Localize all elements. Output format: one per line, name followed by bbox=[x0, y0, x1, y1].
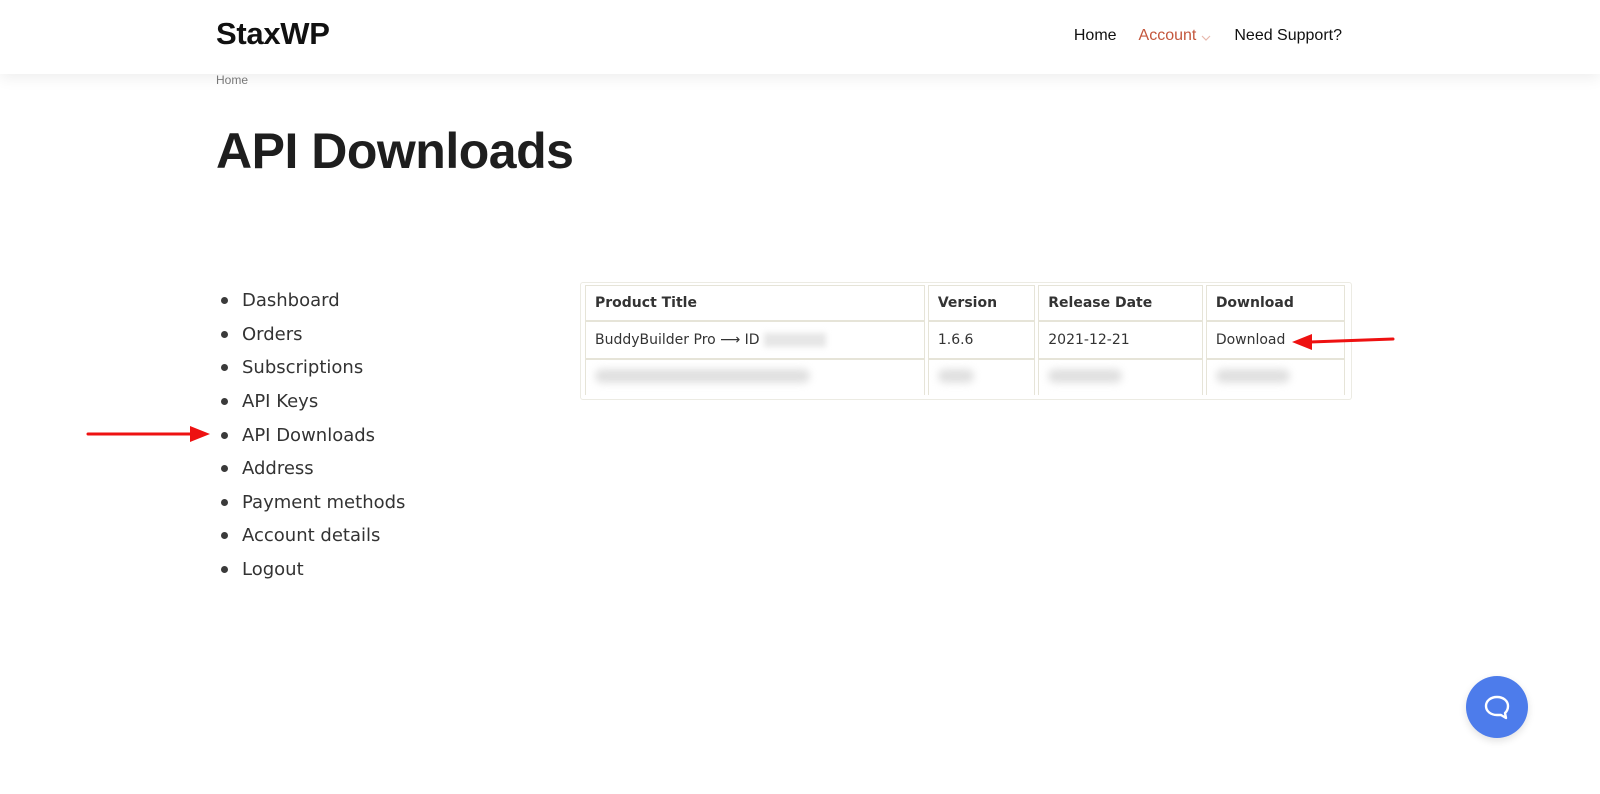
site-header: StaxWP Home Account Need Support? bbox=[0, 0, 1600, 74]
account-nav-link-payment-methods[interactable]: Payment methods bbox=[242, 492, 405, 513]
bullet-icon bbox=[221, 431, 228, 439]
downloads-table-container: Product Title Version Release Date Downl… bbox=[580, 282, 1352, 400]
nav-home[interactable]: Home bbox=[1074, 27, 1117, 45]
bullet-icon bbox=[221, 330, 228, 338]
account-nav-link-dashboard[interactable]: Dashboard bbox=[242, 290, 340, 311]
account-nav-link-subscriptions[interactable]: Subscriptions bbox=[242, 357, 363, 378]
table-row: BuddyBuilder Pro ⟶ ID 1.6.6 2021-12-21 D… bbox=[585, 321, 1345, 359]
site-logo[interactable]: StaxWP bbox=[216, 16, 330, 52]
page-title: API Downloads bbox=[216, 123, 574, 179]
account-nav-link-account-details[interactable]: Account details bbox=[242, 525, 380, 546]
account-nav-link-api-keys[interactable]: API Keys bbox=[242, 391, 318, 412]
account-nav-link-logout[interactable]: Logout bbox=[242, 559, 304, 580]
nav-account-wrapper[interactable]: Account bbox=[1139, 27, 1213, 45]
bullet-icon bbox=[221, 566, 228, 574]
download-link[interactable]: Download bbox=[1216, 332, 1286, 348]
chat-bubble-icon bbox=[1484, 695, 1510, 720]
column-header-version: Version bbox=[927, 285, 1036, 321]
redacted-text bbox=[937, 368, 974, 383]
release-date-cell: 2021-12-21 bbox=[1038, 321, 1203, 359]
account-nav-link-address[interactable]: Address bbox=[242, 458, 314, 479]
column-header-release-date: Release Date bbox=[1038, 285, 1203, 321]
redacted-text bbox=[1048, 368, 1123, 383]
bullet-icon bbox=[221, 465, 228, 473]
main-nav: Home Account Need Support? bbox=[1074, 27, 1342, 45]
chat-button[interactable] bbox=[1466, 676, 1528, 738]
account-nav-item-dashboard: Dashboard bbox=[220, 284, 405, 318]
chevron-down-icon bbox=[1201, 35, 1211, 41]
account-nav-item-api-keys: API Keys bbox=[220, 385, 405, 419]
account-nav-item-payment-methods: Payment methods bbox=[220, 486, 405, 520]
breadcrumb-home[interactable]: Home bbox=[216, 73, 248, 87]
downloads-table: Product Title Version Release Date Downl… bbox=[582, 285, 1348, 395]
table-row-redacted bbox=[585, 359, 1345, 395]
table-header-row: Product Title Version Release Date Downl… bbox=[585, 285, 1345, 321]
bullet-icon bbox=[221, 297, 228, 305]
bullet-icon bbox=[221, 498, 228, 506]
column-header-product-title: Product Title bbox=[585, 285, 925, 321]
redacted-id bbox=[763, 333, 826, 347]
bullet-icon bbox=[221, 532, 228, 540]
account-nav-item-account-details: Account details bbox=[220, 519, 405, 553]
account-nav-link-api-downloads[interactable]: API Downloads bbox=[242, 425, 375, 446]
redacted-cell bbox=[585, 359, 925, 395]
column-header-download: Download bbox=[1205, 285, 1345, 321]
redacted-text bbox=[1215, 368, 1290, 383]
nav-need-support[interactable]: Need Support? bbox=[1234, 27, 1342, 45]
nav-account[interactable]: Account bbox=[1139, 27, 1197, 45]
account-nav-item-subscriptions: Subscriptions bbox=[220, 351, 405, 385]
redacted-cell bbox=[1205, 359, 1345, 395]
bullet-icon bbox=[221, 364, 228, 372]
account-navigation: Dashboard Orders Subscriptions API Keys … bbox=[220, 284, 405, 586]
redacted-text bbox=[595, 368, 810, 383]
account-nav-link-orders[interactable]: Orders bbox=[242, 324, 303, 345]
version-cell: 1.6.6 bbox=[927, 321, 1036, 359]
account-nav-item-api-downloads: API Downloads bbox=[220, 418, 405, 452]
product-title-cell: BuddyBuilder Pro ⟶ ID bbox=[585, 321, 925, 359]
redacted-cell bbox=[1038, 359, 1203, 395]
product-title: BuddyBuilder Pro ⟶ ID bbox=[595, 332, 760, 348]
account-nav-item-logout: Logout bbox=[220, 553, 405, 587]
account-nav-item-address: Address bbox=[220, 452, 405, 486]
red-arrow-icon bbox=[86, 426, 210, 442]
red-arrow-icon bbox=[1292, 334, 1395, 350]
bullet-icon bbox=[221, 398, 228, 406]
account-nav-item-orders: Orders bbox=[220, 318, 405, 352]
redacted-cell bbox=[927, 359, 1036, 395]
